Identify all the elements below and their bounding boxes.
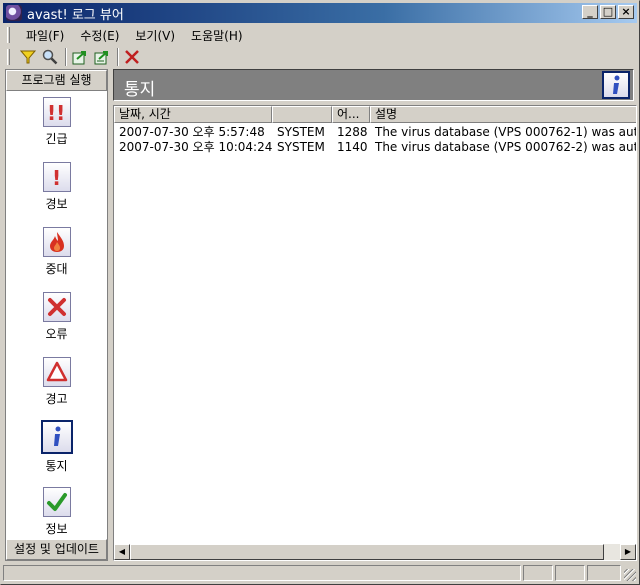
menu-help[interactable]: 도움말(H) bbox=[183, 27, 251, 44]
minimize-button[interactable]: _ bbox=[582, 5, 598, 19]
menu-grip bbox=[7, 27, 10, 43]
log-list[interactable]: 날짜, 시간 어... 설명 2007-07-30 오후 5:57:48 SYS… bbox=[113, 105, 637, 561]
column-datetime[interactable]: 날짜, 시간 bbox=[114, 106, 272, 123]
export-all-button[interactable] bbox=[92, 47, 112, 67]
menu-edit[interactable]: 수정(E) bbox=[72, 27, 127, 44]
delete-icon bbox=[125, 50, 139, 64]
table-row[interactable]: 2007-07-30 오후 5:57:48 SYSTEM 1288 The vi… bbox=[114, 125, 636, 140]
cell-user: SYSTEM bbox=[277, 140, 325, 154]
scroll-left-button[interactable]: ◀ bbox=[114, 544, 130, 560]
toolbar-grip bbox=[7, 49, 10, 65]
avast-app-icon[interactable] bbox=[6, 5, 22, 21]
close-button[interactable]: × bbox=[618, 5, 634, 19]
cell-description: The virus database (VPS 000762-1) was au… bbox=[375, 125, 636, 139]
search-button[interactable] bbox=[40, 47, 60, 67]
category-warning[interactable]: 경고 bbox=[6, 357, 107, 407]
category-label: 통지 bbox=[45, 459, 68, 473]
category-label: 오류 bbox=[45, 327, 68, 341]
status-panel bbox=[555, 565, 585, 581]
filter-icon bbox=[20, 50, 36, 64]
window-title: avast! 로그 뷰어 bbox=[27, 7, 124, 23]
horizontal-scrollbar[interactable]: ◀ ▶ bbox=[114, 544, 636, 560]
status-panel-main bbox=[3, 565, 521, 581]
toolbar-separator bbox=[65, 48, 67, 66]
settings-update-button[interactable]: 설정 및 업데이트 bbox=[6, 539, 107, 560]
warning-triangle-icon bbox=[42, 357, 71, 387]
column-description[interactable]: 설명 bbox=[370, 106, 636, 123]
cell-id: 1288 bbox=[337, 125, 368, 139]
category-label: 중대 bbox=[45, 262, 68, 276]
svg-text:!: ! bbox=[52, 166, 61, 189]
flame-icon bbox=[42, 227, 71, 257]
cell-datetime: 2007-07-30 오후 5:57:48 bbox=[119, 125, 265, 139]
svg-text:!!: !! bbox=[47, 101, 65, 124]
filter-button[interactable] bbox=[18, 47, 38, 67]
menu-bar: 파일(F) 수정(E) 보기(V) 도움말(H) bbox=[3, 25, 637, 45]
export-button[interactable] bbox=[70, 47, 90, 67]
table-row[interactable]: 2007-07-30 오후 10:04:24 SYSTEM 1140 The v… bbox=[114, 140, 636, 155]
cell-datetime: 2007-07-30 오후 10:04:24 bbox=[119, 140, 272, 154]
column-id[interactable]: 어... bbox=[332, 106, 370, 123]
category-error[interactable]: 오류 bbox=[6, 292, 107, 342]
column-user[interactable] bbox=[272, 106, 332, 123]
export-icon bbox=[72, 51, 86, 65]
section-title: 통지 bbox=[124, 80, 156, 100]
scroll-thumb[interactable] bbox=[130, 544, 604, 560]
category-label: 정보 bbox=[45, 522, 68, 536]
title-bar[interactable]: avast! 로그 뷰어 _ □ × bbox=[3, 3, 637, 23]
scroll-right-button[interactable]: ▶ bbox=[620, 544, 636, 560]
resize-grip[interactable] bbox=[624, 569, 636, 581]
category-label: 긴급 bbox=[45, 132, 68, 146]
program-run-button[interactable]: 프로그램 실행 bbox=[6, 70, 107, 91]
list-header: 날짜, 시간 어... 설명 bbox=[114, 106, 636, 123]
status-bar bbox=[3, 564, 637, 582]
category-info[interactable]: 정보 bbox=[6, 487, 107, 537]
category-alert[interactable]: ! 경보 bbox=[6, 162, 107, 212]
checkmark-icon bbox=[42, 487, 71, 517]
category-notice[interactable]: 통지 bbox=[6, 420, 107, 474]
category-panel: 프로그램 실행 !! 긴급 ! 경보 중대 오류 경고 통지 정보 설정 및 업… bbox=[5, 69, 108, 561]
cell-id: 1140 bbox=[337, 140, 368, 154]
exclamation-icon: ! bbox=[42, 162, 71, 192]
maximize-button[interactable]: □ bbox=[600, 5, 616, 19]
delete-button[interactable] bbox=[122, 47, 142, 67]
cell-user: SYSTEM bbox=[277, 125, 325, 139]
category-emergency[interactable]: !! 긴급 bbox=[6, 97, 107, 147]
info-icon bbox=[40, 420, 73, 454]
search-icon bbox=[42, 49, 58, 65]
category-label: 경고 bbox=[45, 392, 68, 406]
toolbar-separator bbox=[117, 48, 119, 66]
section-header: 통지 bbox=[113, 69, 634, 101]
category-label: 경보 bbox=[45, 197, 68, 211]
status-panel bbox=[523, 565, 553, 581]
app-window: avast! 로그 뷰어 _ □ × 파일(F) 수정(E) 보기(V) 도움말… bbox=[0, 0, 640, 585]
double-exclamation-icon: !! bbox=[42, 97, 71, 127]
status-panel bbox=[587, 565, 621, 581]
category-critical[interactable]: 중대 bbox=[6, 227, 107, 277]
info-icon bbox=[602, 71, 630, 99]
menu-view[interactable]: 보기(V) bbox=[127, 27, 183, 44]
cell-description: The virus database (VPS 000762-2) was au… bbox=[375, 140, 636, 154]
error-x-icon bbox=[42, 292, 71, 322]
toolbar bbox=[3, 46, 637, 68]
export-all-icon bbox=[94, 51, 108, 65]
menu-file[interactable]: 파일(F) bbox=[18, 27, 72, 44]
